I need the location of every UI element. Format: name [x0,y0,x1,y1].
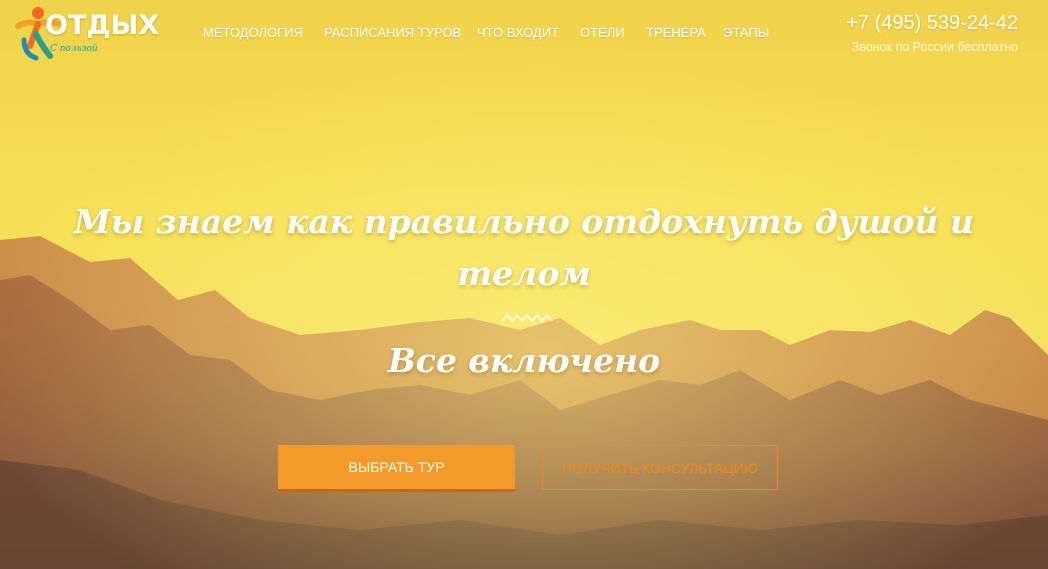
hero-headline: Мы знаем как правильно отдохнуть душой и… [74,202,974,293]
logo[interactable]: ОТДЫХ С пользой [14,4,159,64]
logo-subtitle: С пользой [50,44,98,54]
nav-item-methodology[interactable]: Методология [203,25,303,40]
phone-note: Звонок по России бесплатно [851,40,1018,54]
nav-item-stages[interactable]: Этапы [723,25,769,40]
nav-item-hotels[interactable]: Отели [580,25,625,40]
site-header: ОТДЫХ С пользой Методология Расписания т… [0,0,1048,70]
zigzag-divider-icon [501,313,553,323]
nav-item-whats-included[interactable]: Что входит [477,25,559,40]
contact-block: +7 (495) 539-24-42 Звонок по России бесп… [846,12,1018,54]
get-consultation-button[interactable]: Получить консультацию [542,445,778,490]
nav-item-trainers[interactable]: Тренера [646,25,706,40]
phone-number[interactable]: +7 (495) 539-24-42 [846,12,1018,35]
hero-subheadline: Все включено [387,341,661,380]
logo-title: ОТДЫХ [45,10,160,41]
nav-item-tour-schedule[interactable]: Расписания туров [324,25,461,40]
choose-tour-button[interactable]: Выбрать тур [278,445,515,492]
